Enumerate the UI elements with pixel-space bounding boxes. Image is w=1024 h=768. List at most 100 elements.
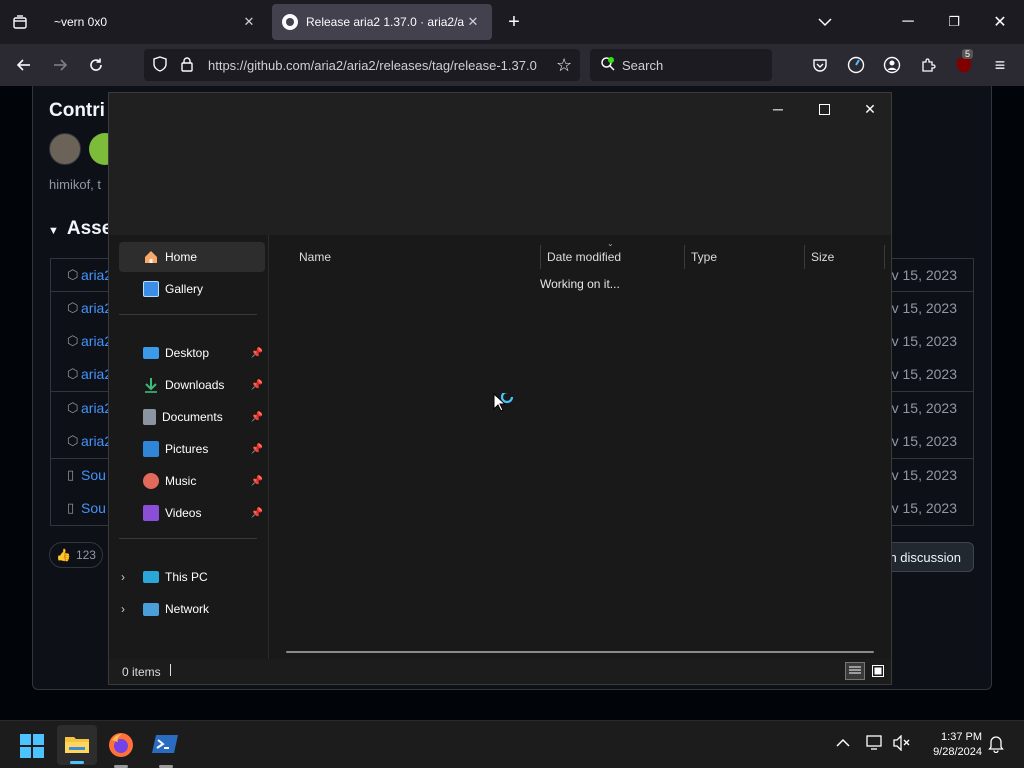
item-count: 0 items [122, 665, 161, 679]
details-view-icon[interactable] [845, 662, 865, 680]
assets-heading-text: Asse [66, 218, 113, 239]
nav-videos[interactable]: Videos 📌 [119, 498, 265, 528]
nav-this-pc[interactable]: › This PC [119, 562, 265, 592]
pin-icon[interactable]: 📌 [251, 476, 263, 487]
tab-close-icon[interactable]: ✕ [464, 14, 482, 30]
pin-icon[interactable]: 📌 [251, 380, 263, 391]
asset-date: v 15, 2023 [891, 467, 957, 483]
asset-date: v 15, 2023 [891, 366, 957, 382]
desktop-icon [143, 347, 159, 359]
pictures-icon [143, 441, 159, 457]
asset-name-link[interactable]: Sou [81, 500, 106, 516]
lock-icon[interactable] [180, 56, 198, 75]
column-header-type[interactable]: Type [685, 245, 805, 269]
show-hidden-icons-chevron-icon[interactable] [836, 735, 850, 751]
nav-home-label: Home [165, 250, 198, 264]
taskbar-file-explorer[interactable] [57, 725, 97, 765]
pin-icon[interactable]: 📌 [251, 348, 263, 359]
nav-pictures-label: Pictures [165, 442, 209, 456]
package-icon: ⬡ [67, 333, 79, 348]
extension-badge: 5 [962, 49, 974, 59]
browser-restore-icon[interactable]: ❐ [940, 8, 968, 36]
nav-pictures[interactable]: Pictures 📌 [119, 434, 265, 464]
expand-chevron-icon[interactable]: › [121, 570, 125, 584]
tab-vern[interactable]: ~vern 0x0 ✕ [44, 4, 268, 40]
nav-gallery[interactable]: Gallery [119, 274, 265, 304]
start-windows-icon[interactable] [20, 734, 44, 763]
search-bar[interactable]: Search [590, 49, 772, 81]
assets-heading[interactable]: ▼ Asse [48, 218, 112, 240]
taskbar-powershell[interactable] [152, 731, 180, 768]
explorer-maximize-icon[interactable] [801, 95, 847, 123]
nav-gallery-label: Gallery [165, 282, 204, 296]
expand-chevron-icon[interactable]: › [121, 602, 125, 616]
tab-overview-icon[interactable] [6, 8, 34, 36]
tab-close-icon[interactable]: ✕ [240, 14, 258, 30]
column-header-date-modified[interactable]: Date modified ⌄ [541, 239, 685, 269]
nav-downloads[interactable]: Downloads 📌 [119, 370, 265, 400]
ublock-origin-icon[interactable]: 5 [950, 49, 978, 79]
nav-documents[interactable]: Documents 📌 [119, 402, 265, 432]
new-tab-icon[interactable]: + [500, 8, 528, 36]
url-bar[interactable]: https://github.com/aria2/aria2/releases/… [144, 49, 580, 81]
column-header-name[interactable]: Name [293, 245, 541, 269]
notification-bell-icon[interactable] [988, 735, 1004, 758]
pin-icon[interactable]: 📌 [251, 444, 263, 455]
account-icon[interactable] [878, 51, 906, 79]
nav-music[interactable]: Music 📌 [119, 466, 265, 496]
pin-icon[interactable]: 📌 [251, 508, 263, 519]
package-icon: ⬡ [67, 400, 79, 415]
reload-icon[interactable] [82, 51, 110, 79]
large-icons-view-icon[interactable] [869, 662, 887, 680]
reaction-thumbs-up[interactable]: 👍 123 [49, 542, 103, 568]
package-icon: ⬡ [67, 433, 79, 448]
nav-network[interactable]: › Network [119, 594, 265, 624]
horizontal-scrollbar[interactable] [286, 651, 874, 653]
browser-minimize-icon[interactable]: ─ [894, 8, 922, 36]
busy-cursor-icon [493, 390, 517, 422]
avatar[interactable] [49, 133, 81, 165]
column-header-date-label: Date modified [547, 250, 622, 264]
extensions-puzzle-icon[interactable] [914, 51, 942, 79]
browser-close-icon[interactable]: ✕ [986, 8, 1014, 36]
nav-downloads-label: Downloads [165, 378, 225, 392]
folder-icon [65, 735, 89, 760]
contributors-heading: Contri [49, 100, 105, 121]
sort-chevron-icon: ⌄ [607, 239, 614, 248]
videos-icon [143, 505, 159, 521]
back-icon[interactable] [10, 51, 38, 79]
tab-title: Release aria2 1.37.0 · aria2/aria2 [306, 15, 464, 29]
clock-date: 9/28/2024 [933, 746, 982, 758]
bookmark-star-icon[interactable]: ☆ [556, 55, 572, 76]
column-header-size[interactable]: Size [805, 245, 885, 269]
asset-name-link[interactable]: Sou [81, 467, 106, 483]
browser-tab-bar: ~vern 0x0 ✕ Release aria2 1.37.0 · aria2… [0, 0, 1024, 44]
url-text[interactable]: https://github.com/aria2/aria2/releases/… [208, 58, 548, 73]
taskbar-firefox[interactable] [108, 732, 134, 768]
asset-date: v 15, 2023 [891, 300, 957, 316]
volume-muted-icon[interactable] [893, 734, 911, 756]
nav-network-label: Network [165, 602, 210, 616]
nav-desktop[interactable]: Desktop 📌 [119, 338, 265, 368]
pocket-icon[interactable] [806, 51, 834, 79]
triangle-down-icon: ▼ [48, 225, 59, 237]
clock-time: 1:37 PM [941, 731, 982, 743]
forward-icon[interactable] [46, 51, 74, 79]
tracking-shield-icon[interactable] [152, 55, 170, 75]
list-all-tabs-icon[interactable] [811, 8, 839, 36]
tab-aria2-release[interactable]: Release aria2 1.37.0 · aria2/aria2 ✕ [272, 4, 492, 40]
pin-icon[interactable]: 📌 [251, 412, 263, 423]
file-list-pane[interactable]: Name Date modified ⌄ Type Size Working o… [268, 235, 891, 659]
github-favicon-icon [282, 14, 298, 30]
hamburger-menu-icon[interactable]: ≡ [986, 51, 1014, 79]
network-status-icon[interactable] [866, 735, 884, 756]
system-clock[interactable]: 1:37 PM 9/28/2024 [916, 730, 982, 760]
package-icon: ⬡ [67, 267, 79, 282]
nav-divider [119, 538, 257, 539]
explorer-title-bar[interactable]: ─ ✕ [109, 93, 891, 235]
nav-home[interactable]: Home [119, 242, 265, 272]
explorer-minimize-icon[interactable]: ─ [755, 95, 801, 123]
timer-extension-icon[interactable] [842, 51, 870, 79]
contributors-names: himikof, t [49, 177, 102, 192]
explorer-close-icon[interactable]: ✕ [847, 95, 893, 123]
